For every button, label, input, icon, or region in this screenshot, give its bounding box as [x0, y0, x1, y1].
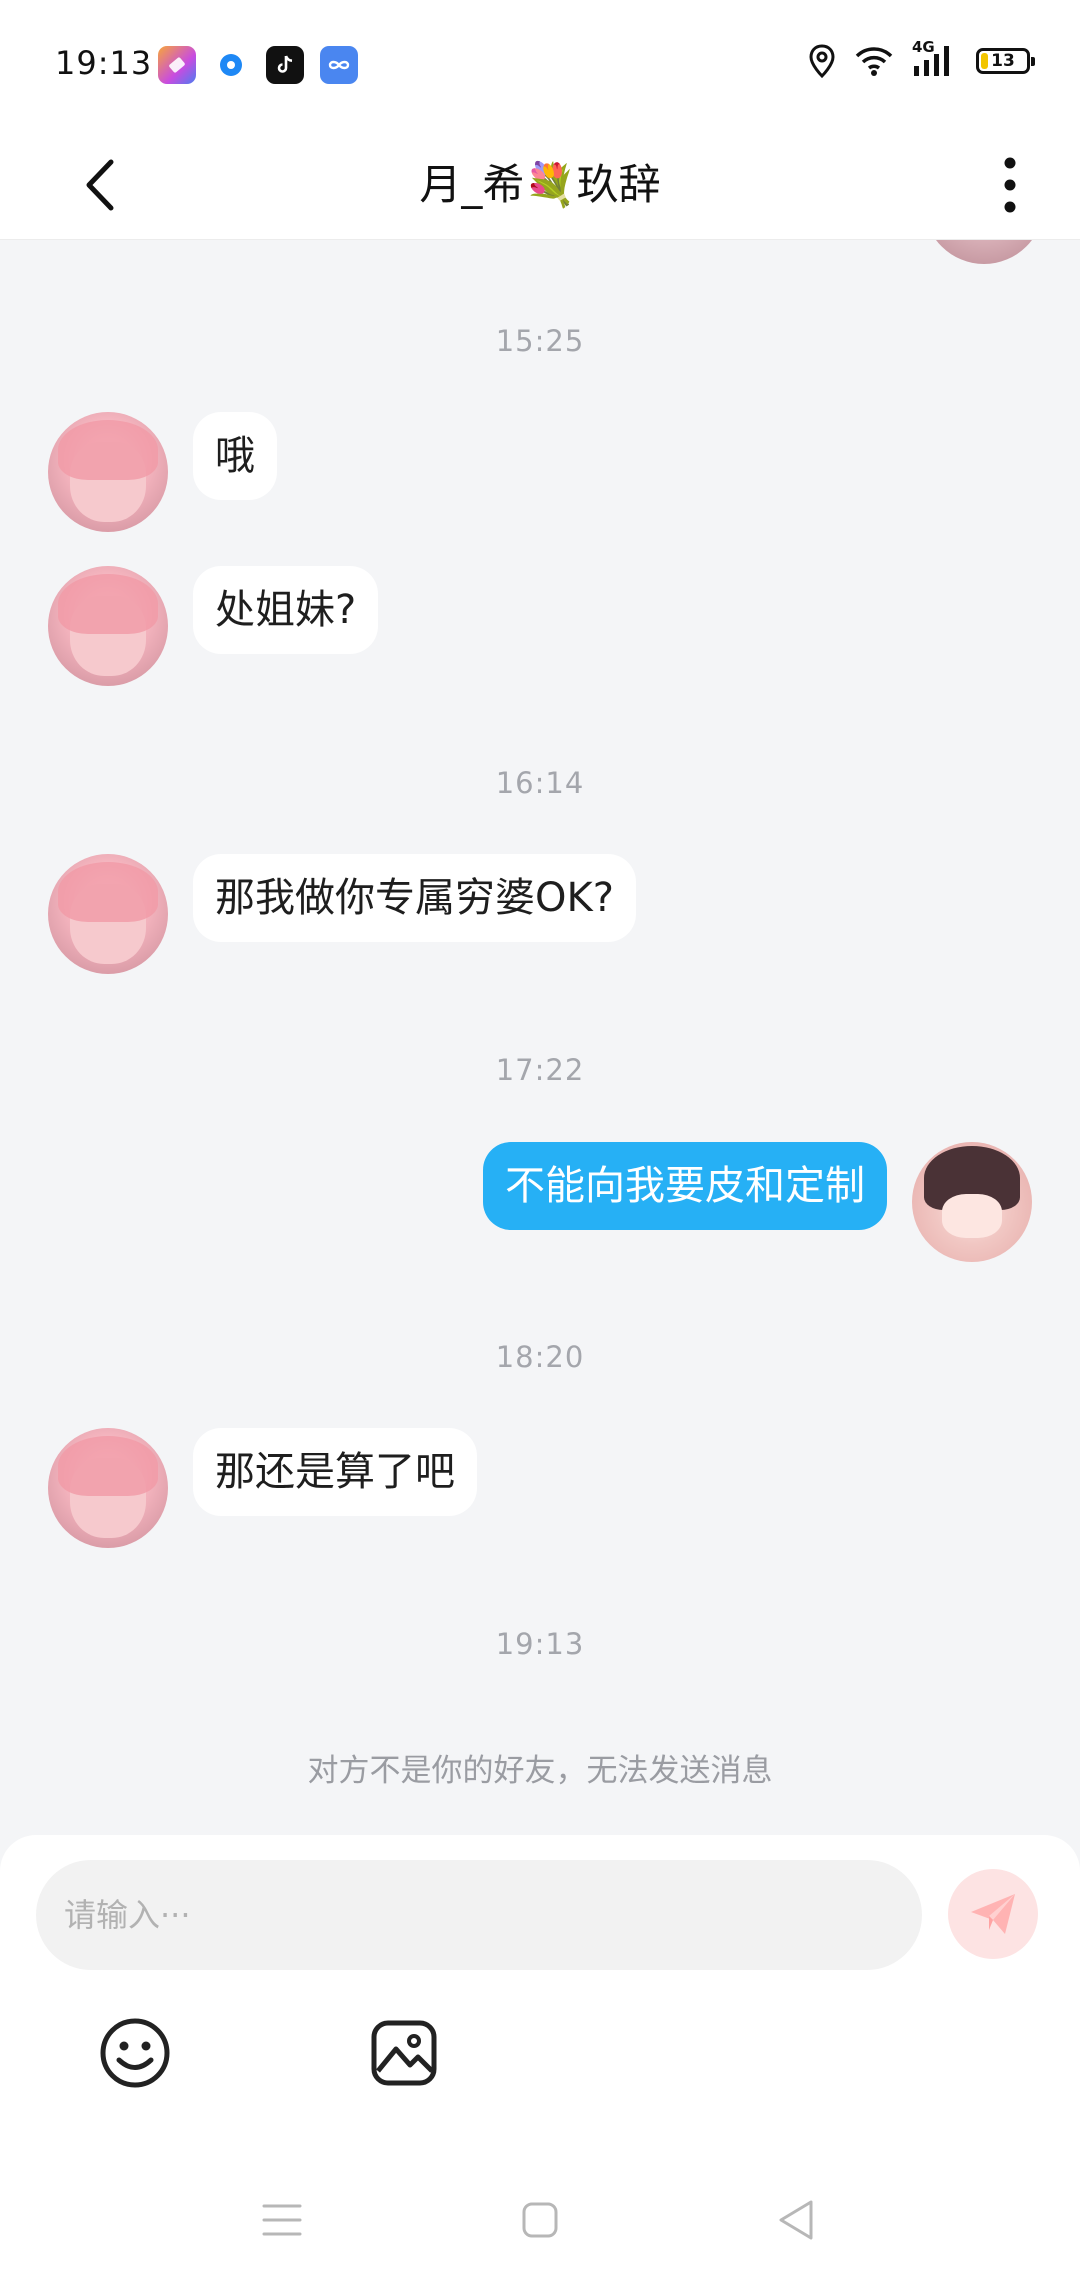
- blue-dot-app-icon: [212, 46, 250, 84]
- status-time: 19:13: [55, 44, 153, 82]
- image-icon: [371, 2020, 437, 2086]
- more-vertical-icon: [1004, 157, 1016, 213]
- chat-header: 月_希💐玖辞: [0, 130, 1080, 240]
- toolbox-app-icon: [158, 46, 196, 84]
- battery-fill: [981, 53, 988, 69]
- message-timestamp: 16:14: [495, 766, 585, 800]
- tiktok-icon: [266, 46, 304, 84]
- message-bubble-incoming[interactable]: 那我做你专属穷婆OK?: [193, 854, 636, 942]
- location-icon: [809, 44, 835, 78]
- not-friend-notice: 对方不是你的好友，无法发送消息: [307, 1753, 773, 1789]
- avatar[interactable]: [48, 854, 168, 974]
- send-button[interactable]: [948, 1869, 1038, 1959]
- cellular-signal-icon: 4G: [912, 38, 958, 78]
- avatar[interactable]: [48, 566, 168, 686]
- message-timestamp: 19:13: [495, 1627, 585, 1661]
- wifi-icon: [855, 47, 893, 76]
- message-timestamp: 17:22: [495, 1053, 585, 1087]
- system-back-button[interactable]: [766, 2190, 826, 2250]
- system-navigation-bar: [0, 2160, 1080, 2280]
- avatar[interactable]: [48, 1428, 168, 1548]
- message-row-incoming: 那我做你专属穷婆OK?: [0, 854, 1080, 974]
- square-icon: [522, 2202, 558, 2238]
- status-indicators: 4G 13: [808, 38, 1035, 78]
- message-bubble-outgoing[interactable]: 不能向我要皮和定制: [483, 1142, 887, 1230]
- smiley-icon: [100, 2018, 170, 2088]
- avatar[interactable]: [924, 240, 1044, 264]
- message-row-incoming: 那还是算了吧: [0, 1428, 1080, 1548]
- message-timestamp: 15:25: [495, 324, 585, 358]
- battery-icon: 13: [976, 48, 1035, 74]
- recent-apps-button[interactable]: [252, 2190, 312, 2250]
- message-bubble-incoming[interactable]: 哦: [193, 412, 277, 500]
- message-bubble-incoming[interactable]: 那还是算了吧: [193, 1428, 477, 1516]
- avatar[interactable]: [912, 1142, 1032, 1262]
- message-row-incoming: 处姐妹?: [0, 566, 1080, 686]
- message-row-outgoing: 不能向我要皮和定制: [0, 1142, 1080, 1262]
- emoji-button[interactable]: [97, 2015, 173, 2091]
- status-app-icons: [158, 46, 358, 84]
- message-list[interactable]: 15:25 哦 处姐妹? 16:14 那我做你专属穷婆OK? 17:22 不能向…: [0, 240, 1080, 1835]
- message-input[interactable]: [36, 1860, 922, 1970]
- more-options-button[interactable]: [980, 150, 1040, 220]
- status-bar: 19:13 4G 13: [0, 0, 1080, 130]
- chat-title: 月_希💐玖辞: [419, 160, 661, 209]
- battery-level: 13: [991, 51, 1015, 71]
- cloud-app-icon: [320, 46, 358, 84]
- image-button[interactable]: [366, 2015, 442, 2091]
- send-icon: [971, 1894, 1015, 1934]
- triangle-back-icon: [779, 2200, 813, 2240]
- avatar[interactable]: [48, 412, 168, 532]
- message-bubble-incoming[interactable]: 处姐妹?: [193, 566, 379, 654]
- message-row-incoming: 哦: [0, 412, 1080, 532]
- home-button[interactable]: [510, 2190, 570, 2250]
- menu-icon: [262, 2204, 302, 2236]
- message-timestamp: 18:20: [495, 1340, 585, 1374]
